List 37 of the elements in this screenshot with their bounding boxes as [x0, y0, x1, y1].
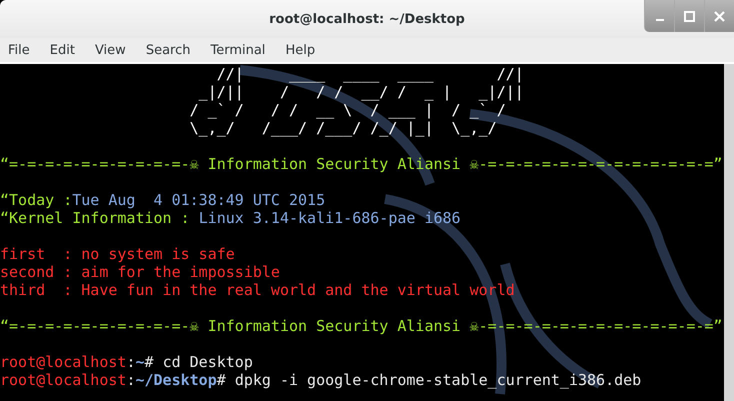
prompt-symbol: # [144, 353, 154, 371]
info-label: “Today : [0, 191, 72, 209]
command-text: cd Desktop [162, 353, 253, 371]
banner-line: “=-=-=-=-=-=-=-=-=-=-☠ Information Security Aliansi ☠-=-=-=-=-=-=-=-=-=-=-=-=-=” [0, 317, 724, 335]
prompt-separator: : [126, 353, 136, 371]
prompt-separator: : [126, 371, 136, 389]
menu-item[interactable]: Search [146, 42, 202, 58]
motto-line: third : Have fun in the real world and the virtual world [0, 281, 516, 299]
motto-line: second : aim for the impossible [0, 263, 281, 281]
window-title: root@localhost: ~/Desktop [269, 12, 465, 26]
prompt-symbol: # [216, 371, 226, 389]
prompt-path: ~ [135, 353, 144, 371]
info-label: “Kernel Information : [0, 209, 191, 227]
motto-line: first : no system is safe [0, 245, 236, 263]
menu-item[interactable]: Terminal [210, 42, 278, 58]
minimize-button[interactable] [644, 0, 674, 32]
prompt-user: root@localhost [0, 371, 126, 389]
scrollbar[interactable] [724, 64, 734, 401]
menu-item[interactable]: File [8, 42, 42, 58]
maximize-icon [684, 10, 695, 22]
info-value: Linux 3.14-kali1-686-pae i686 [198, 209, 461, 227]
command-text: dpkg -i google-chrome-stable_current_i386.deb [234, 371, 642, 389]
close-icon [714, 10, 725, 22]
banner-line: “=-=-=-=-=-=-=-=-=-=-☠ Information Security Aliansi ☠-=-=-=-=-=-=-=-=-=-=-=-=-=” [0, 155, 724, 173]
minimize-icon [656, 19, 664, 21]
ascii-art-line: _|/|| / / / __/ / _ | _|/|| [198, 83, 525, 101]
prompt-user: root@localhost [0, 353, 126, 371]
info-value: Tue Aug 4 01:38:49 UTC 2015 [72, 191, 326, 209]
close-button[interactable] [704, 0, 734, 32]
menu-item[interactable]: Edit [50, 42, 87, 58]
maximize-button[interactable] [674, 0, 704, 32]
ascii-art-line: / _` / / / __ \ / ___ | / _` / [188, 101, 507, 119]
prompt-path: ~/Desktop [135, 371, 217, 389]
menu-item[interactable]: Help [285, 42, 328, 58]
ascii-art-line: //| ____ ____ ____ //| [216, 65, 525, 83]
ascii-art-line: \_,_/ /___/ /___/ /_/ |_| \_,_/ [188, 119, 498, 137]
menu-item[interactable]: View [94, 42, 138, 58]
